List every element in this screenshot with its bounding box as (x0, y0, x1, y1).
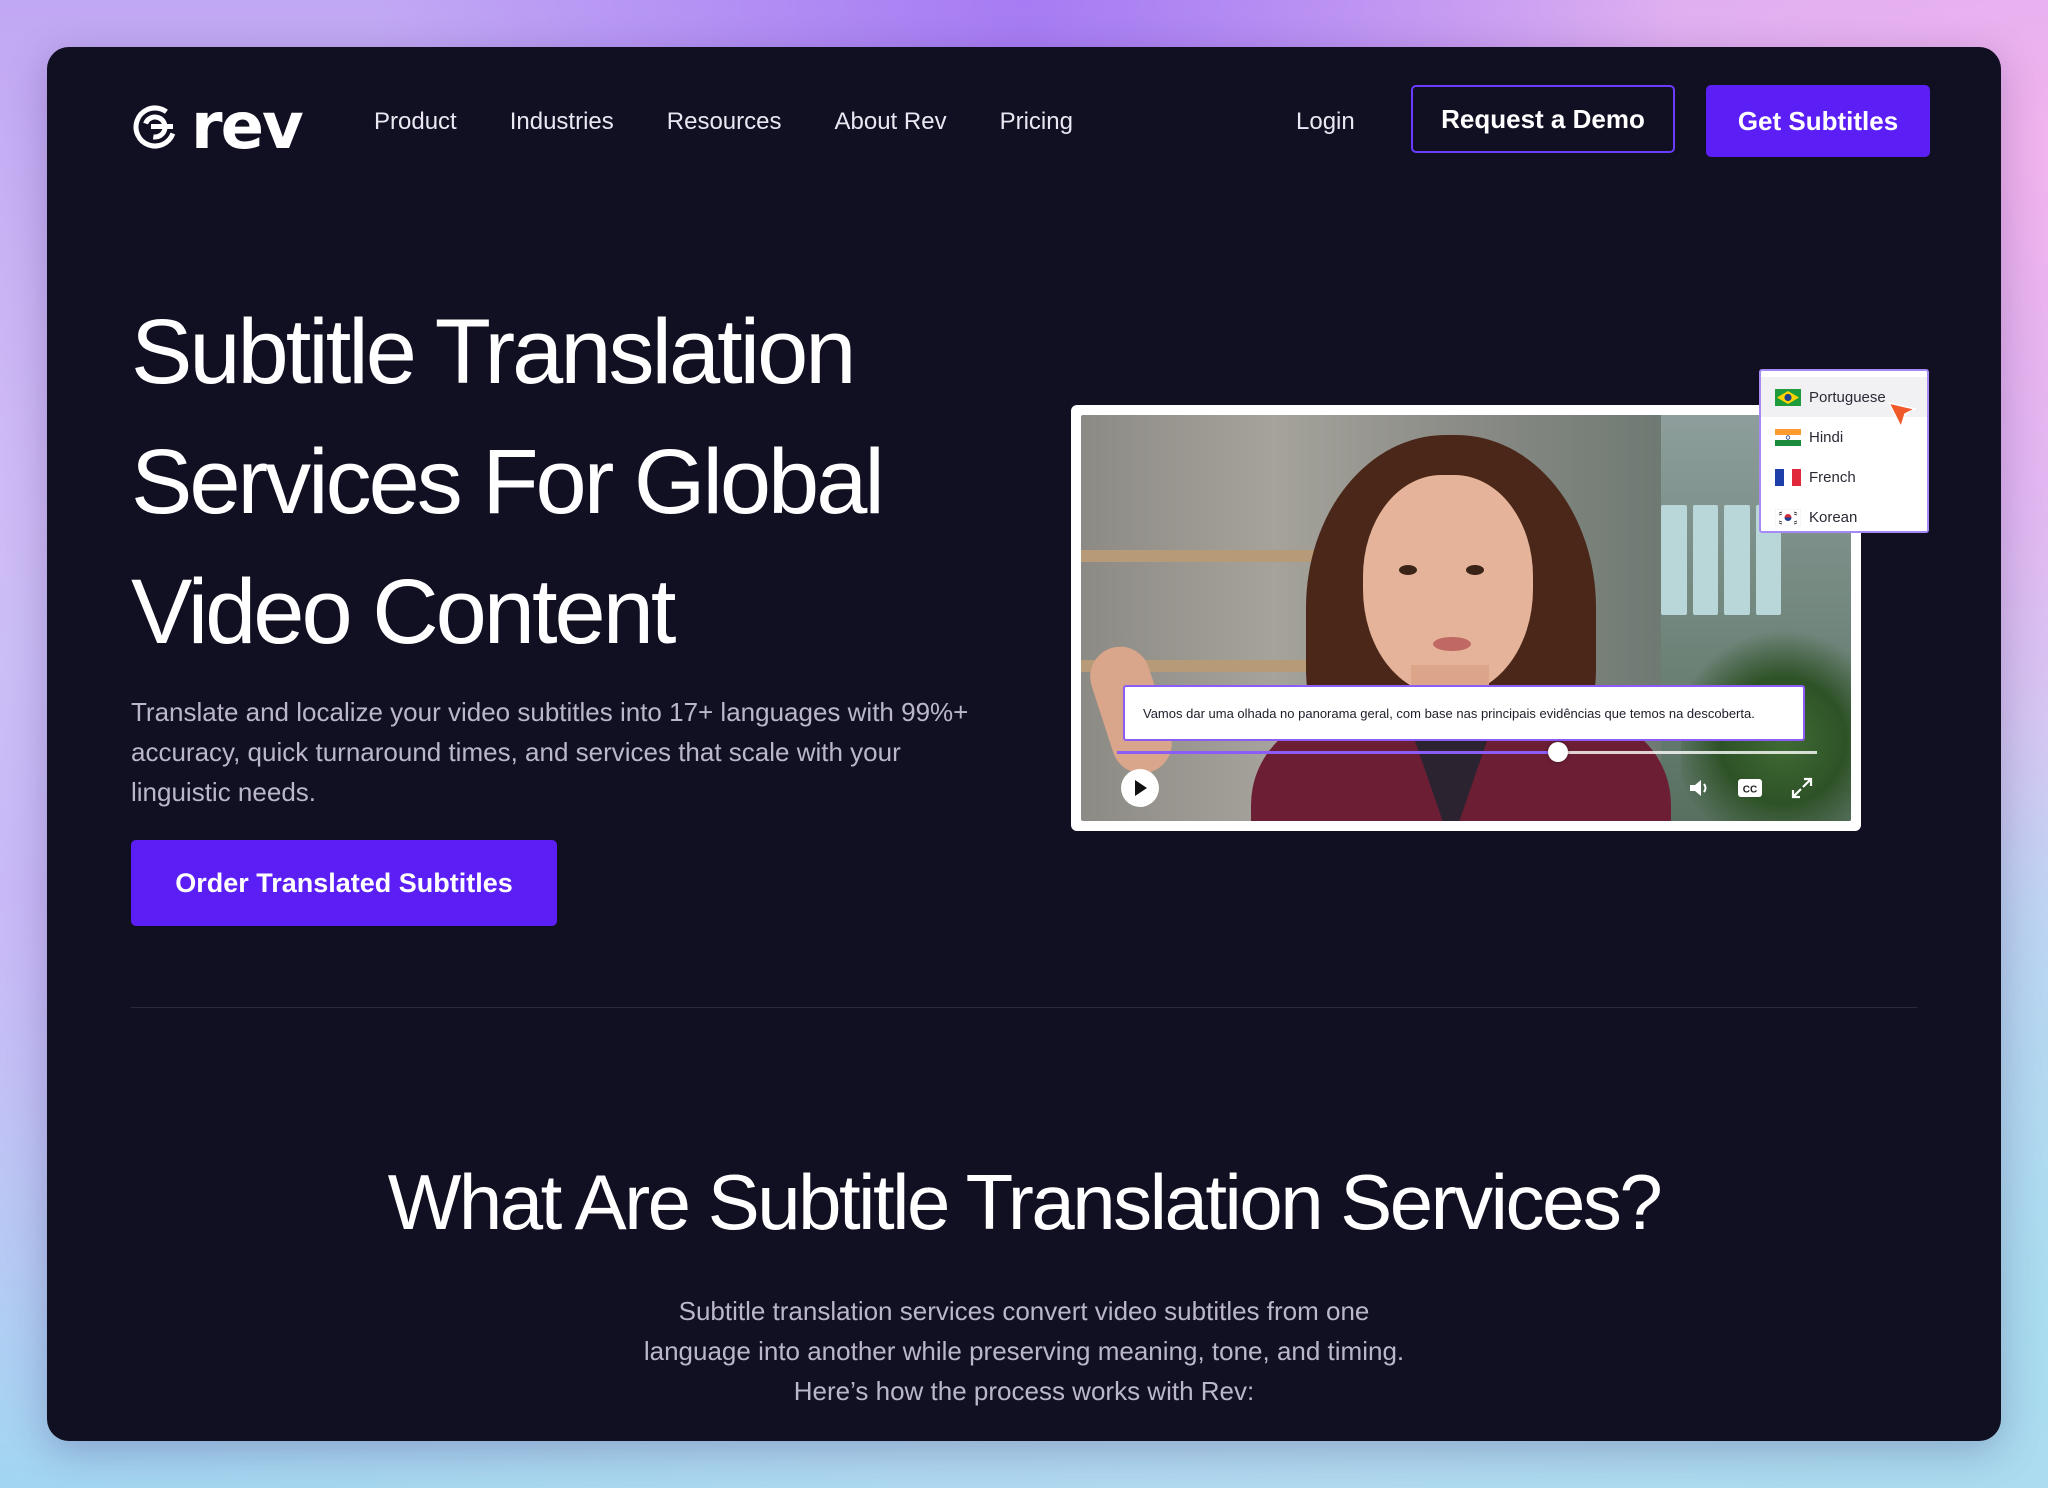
language-label: Portuguese (1809, 388, 1886, 406)
svg-text:CC: CC (1743, 785, 1757, 796)
fullscreen-icon (1791, 777, 1813, 799)
person-lips (1433, 637, 1471, 651)
hero-description: Translate and localize your video subtit… (131, 697, 969, 807)
nav-item-about-rev[interactable]: About Rev (835, 107, 947, 137)
france-flag-icon (1775, 468, 1801, 486)
hero-title-line: Video Content (131, 561, 676, 663)
get-subtitles-button[interactable]: Get Subtitles (1706, 85, 1930, 157)
hero-title: Subtitle Translation Services For Global… (131, 287, 1031, 677)
language-label: Hindi (1809, 428, 1844, 446)
play-icon (1135, 780, 1147, 796)
play-button[interactable] (1121, 769, 1159, 807)
progress-bar[interactable] (1117, 742, 1817, 762)
video-frame-image: Vamos dar uma olhada no panorama geral, … (1081, 415, 1851, 821)
progress-handle[interactable] (1548, 742, 1568, 762)
hero-title-line: Subtitle Translation (131, 301, 856, 403)
india-flag-icon (1775, 428, 1801, 446)
language-option-korean[interactable]: Korean (1761, 497, 1927, 537)
language-label: Korean (1809, 508, 1858, 526)
section-divider (131, 1007, 1917, 1008)
language-dropdown: Portuguese Hindi French Korean (1759, 369, 1929, 533)
section-description: Subtitle translation services convert vi… (643, 1296, 1405, 1406)
cc-icon: CC (1738, 779, 1762, 797)
person-eye (1466, 565, 1484, 575)
rev-logo-icon (133, 105, 177, 149)
request-demo-button[interactable]: Request a Demo (1411, 85, 1675, 153)
brazil-flag-icon (1775, 388, 1801, 406)
main-nav: Product Industries Resources About Rev P… (374, 107, 1073, 137)
volume-button[interactable] (1687, 775, 1713, 801)
page-card: rev Product Industries Resources About R… (47, 47, 2001, 1441)
volume-icon (1690, 780, 1707, 796)
language-label: French (1809, 468, 1856, 486)
subtitle-caption: Vamos dar uma olhada no panorama geral, … (1123, 685, 1805, 741)
logo-wordmark: rev (191, 90, 304, 164)
section-title: What Are Subtitle Translation Services? (387, 1158, 1663, 1246)
hero-title-line: Services For Global (131, 431, 885, 533)
language-option-french[interactable]: French (1761, 457, 1927, 497)
nav-item-pricing[interactable]: Pricing (1000, 107, 1073, 137)
person-eye (1399, 565, 1417, 575)
person-face (1363, 475, 1533, 695)
korea-flag-icon (1775, 508, 1801, 526)
nav-item-product[interactable]: Product (374, 107, 457, 137)
nav-item-resources[interactable]: Resources (667, 107, 782, 137)
nav-item-industries[interactable]: Industries (510, 107, 614, 137)
captions-button[interactable]: CC (1737, 775, 1763, 801)
video-player: Vamos dar uma olhada no panorama geral, … (1071, 405, 1861, 831)
fullscreen-button[interactable] (1789, 775, 1815, 801)
login-link[interactable]: Login (1296, 107, 1355, 137)
rev-logo[interactable]: rev (131, 90, 304, 164)
order-translated-subtitles-button[interactable]: Order Translated Subtitles (131, 840, 557, 926)
progress-fill (1117, 751, 1558, 754)
mouse-cursor-icon (1887, 401, 1918, 430)
